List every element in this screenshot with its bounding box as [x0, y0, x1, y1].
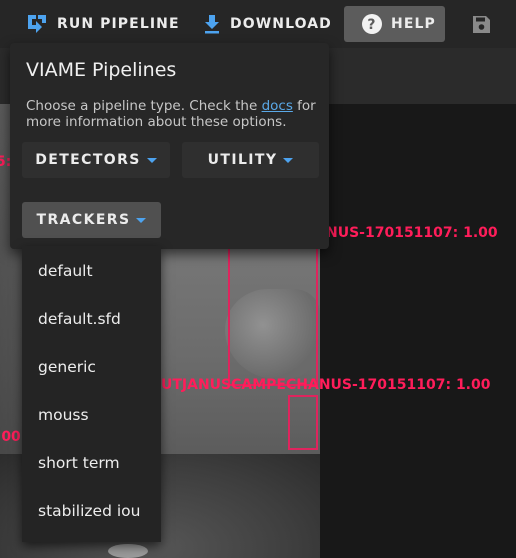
- dropdown-item[interactable]: short term: [38, 454, 120, 472]
- caret-down-icon: [283, 157, 294, 163]
- description-text: Choose a pipeline type. Check the: [26, 98, 262, 114]
- dropdown-item[interactable]: default: [38, 262, 93, 280]
- menu-description: Choose a pipeline type. Check the docs f…: [26, 98, 316, 130]
- dropdown-item[interactable]: default.sfd: [38, 310, 121, 328]
- utility-category-button[interactable]: UTILITY: [182, 142, 319, 178]
- download-icon: [203, 14, 221, 34]
- trackers-label: TRACKERS: [36, 212, 131, 228]
- save-icon: [472, 15, 491, 34]
- dropdown-item[interactable]: mouss: [38, 406, 89, 424]
- app-window: RUN PIPELINE DOWNLOAD ? HELP NUS-1701511…: [0, 0, 516, 558]
- top-toolbar: RUN PIPELINE DOWNLOAD ? HELP: [0, 0, 516, 48]
- caret-down-icon: [136, 217, 147, 223]
- help-label: HELP: [391, 16, 436, 32]
- utility-label: UTILITY: [207, 152, 278, 168]
- pipeline-menu: VIAME Pipelines Choose a pipeline type. …: [10, 43, 329, 249]
- detectors-label: DETECTORS: [35, 152, 141, 168]
- trackers-category-button[interactable]: TRACKERS: [22, 202, 161, 238]
- pipeline-icon: [26, 13, 48, 35]
- light-streak: [108, 544, 148, 558]
- run-pipeline-button[interactable]: RUN PIPELINE: [26, 6, 180, 42]
- detection-label: UTJANUSCAMPECHANUS-170151107: 1.00: [161, 377, 491, 393]
- menu-title: VIAME Pipelines: [26, 59, 177, 81]
- dropdown-item[interactable]: generic: [38, 358, 96, 376]
- viewer-empty-area: [320, 104, 516, 558]
- run-pipeline-label: RUN PIPELINE: [57, 16, 180, 32]
- detection-box[interactable]: [288, 395, 318, 450]
- download-label: DOWNLOAD: [230, 16, 332, 32]
- detection-label: NUS-170151107: 1.00: [326, 225, 498, 241]
- help-button[interactable]: ? HELP: [344, 6, 445, 42]
- download-button[interactable]: DOWNLOAD: [203, 6, 332, 42]
- save-button[interactable]: [470, 6, 492, 42]
- svg-text:?: ?: [367, 17, 376, 33]
- dropdown-item[interactable]: stabilized iou: [38, 502, 140, 520]
- detection-box[interactable]: [228, 246, 318, 386]
- detectors-category-button[interactable]: DETECTORS: [22, 142, 170, 178]
- caret-down-icon: [146, 157, 157, 163]
- trackers-dropdown: default default.sfd generic mouss short …: [22, 246, 161, 542]
- detection-label: .00: [0, 429, 21, 445]
- help-circle-icon: ?: [362, 14, 382, 34]
- docs-link[interactable]: docs: [262, 98, 293, 114]
